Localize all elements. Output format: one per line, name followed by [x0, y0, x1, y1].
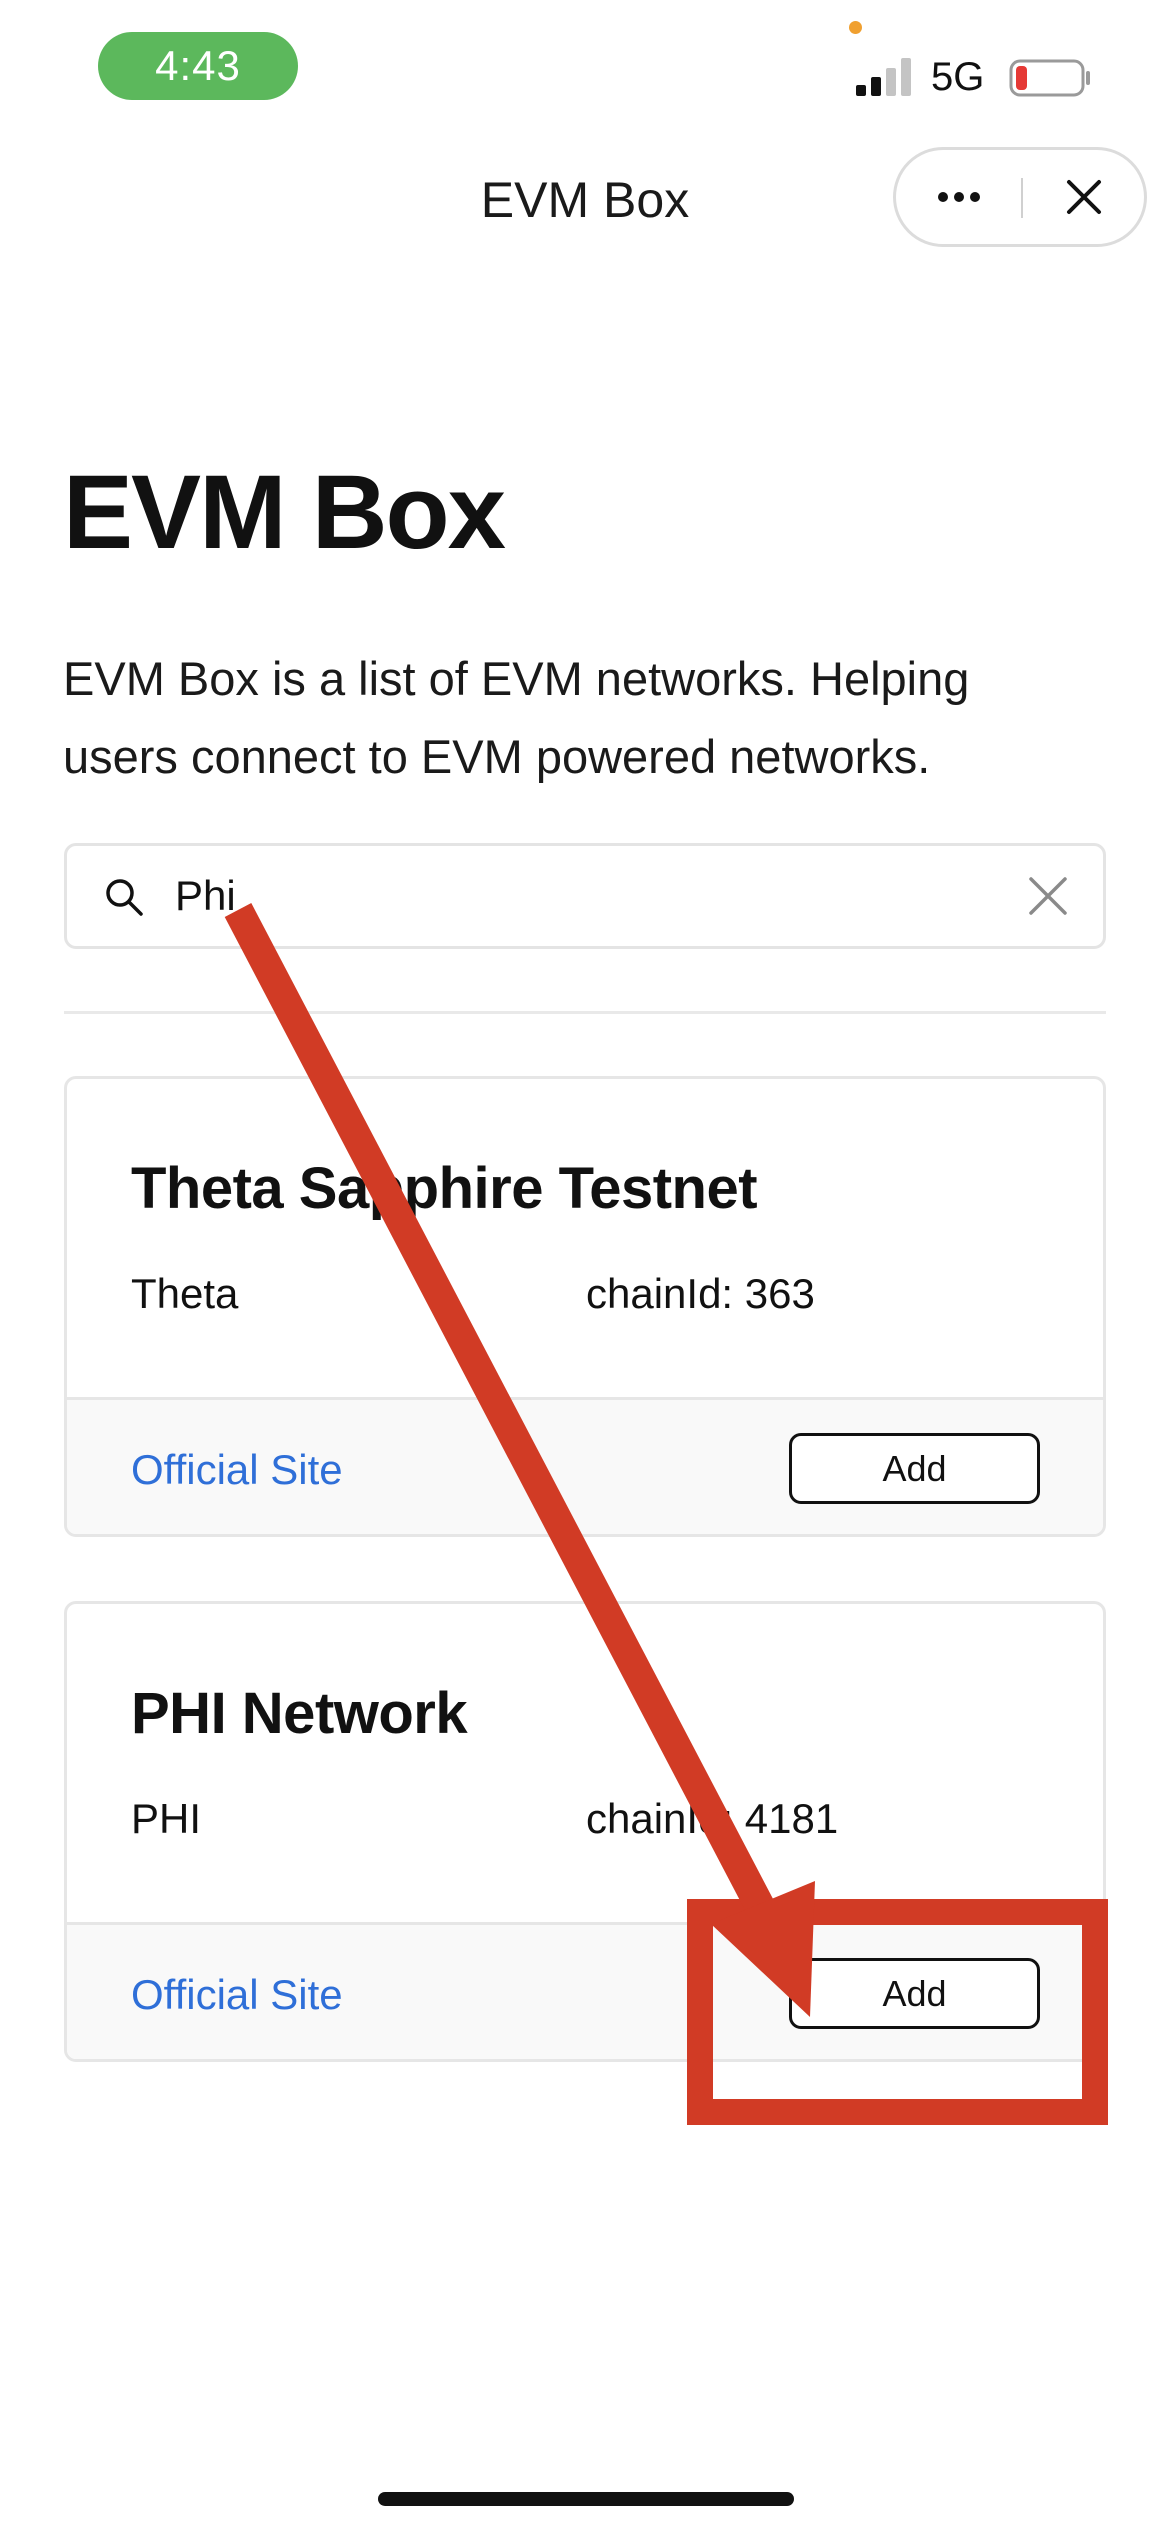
close-icon: [1066, 180, 1101, 214]
clear-icon[interactable]: [1027, 875, 1069, 917]
page-description: EVM Box is a list of EVM networks. Helpi…: [63, 652, 970, 783]
network-symbol: Theta: [131, 1270, 239, 1317]
more-icon: [937, 192, 980, 202]
card-footer: Official Site Add: [67, 1397, 1103, 1534]
official-site-link[interactable]: Official Site: [131, 1970, 343, 2020]
search-box[interactable]: [64, 843, 1106, 949]
add-network-button[interactable]: Add: [789, 1958, 1040, 2029]
page-title: EVM Box: [63, 454, 506, 571]
home-indicator: [378, 2492, 794, 2506]
divider: [64, 1011, 1106, 1014]
network-name: Theta Sapphire Testnet: [131, 1156, 758, 1221]
card-footer: Official Site Add: [67, 1922, 1103, 2059]
network-symbol: PHI: [131, 1795, 202, 1842]
signal-icon: [856, 58, 911, 96]
more-button[interactable]: [896, 150, 1021, 244]
network-name: PHI Network: [131, 1681, 468, 1746]
add-network-button[interactable]: Add: [789, 1433, 1040, 1504]
network-card: PHI Network PHI chainId: 4181 Official S…: [64, 1601, 1106, 2062]
privacy-indicator-dot: [849, 21, 862, 34]
official-site-link[interactable]: Official Site: [131, 1445, 343, 1495]
close-button[interactable]: [1023, 150, 1144, 244]
search-icon: [106, 879, 143, 916]
miniprogram-capsule: [893, 147, 1147, 247]
status-time: 4:43: [98, 32, 298, 100]
search-input[interactable]: [175, 860, 1015, 932]
network-chain-id: chainId: 363: [586, 1270, 815, 1317]
network-chain-id: chainId: 4181: [586, 1795, 839, 1842]
network-card: Theta Sapphire Testnet Theta chainId: 36…: [64, 1076, 1106, 1537]
battery-icon: [1009, 59, 1090, 97]
network-type-label: 5G: [931, 55, 985, 99]
